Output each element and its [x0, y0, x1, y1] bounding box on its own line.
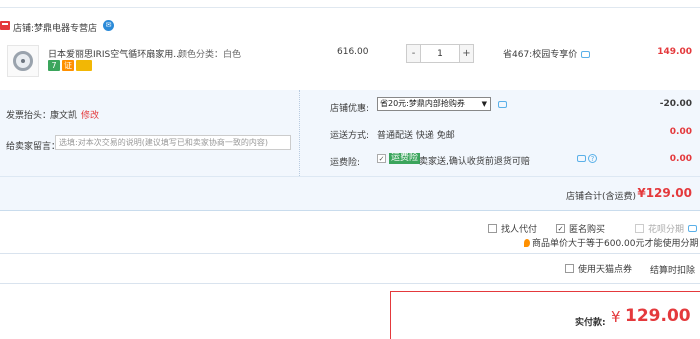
top-divider	[0, 0, 700, 8]
shop-discount-label: 店铺优惠:	[330, 104, 370, 114]
anonymous-option[interactable]: ✓ 匿名购买	[556, 222, 605, 235]
item-discount-text: 省467:校园专享价	[503, 50, 578, 60]
divider	[0, 283, 700, 284]
chevron-down-icon: ▼	[481, 100, 487, 108]
shipping-value: 普通配送 快递 免邮	[377, 131, 455, 141]
order-item-row: 日本爱丽思IRIS空气循环扇家用... 颜色分类：白色 7 证 616.00 -…	[0, 40, 700, 90]
tmall-shop-icon	[0, 21, 10, 30]
message-label: 给卖家留言：	[6, 142, 61, 152]
invoice-edit-link[interactable]: 修改	[81, 108, 99, 121]
tmall-coupon-label: 使用天猫点券	[578, 265, 633, 275]
friend-pay-checkbox[interactable]	[488, 224, 497, 233]
question-icon[interactable]: ?	[588, 154, 597, 163]
invoice-label: 发票抬头：	[6, 111, 52, 121]
service-badges: 7 证	[48, 60, 92, 71]
shop-discount-amount: -20.00	[659, 99, 692, 109]
order-notes-panel	[0, 90, 300, 176]
pin-icon	[524, 238, 530, 247]
friend-pay-label: 找人代付	[501, 225, 538, 235]
quantity-input[interactable]	[421, 44, 459, 63]
insurance-label: 运费险:	[330, 158, 361, 168]
tmall-coupon-checkbox[interactable]	[565, 264, 574, 273]
coupon-info-icon[interactable]	[498, 101, 507, 108]
anonymous-checkbox[interactable]: ✓	[556, 224, 565, 233]
subtotal-label: 店铺合计(含运费)	[566, 192, 637, 202]
shop-label: 店铺:	[13, 24, 35, 34]
item-total-price: 149.00	[657, 47, 692, 57]
qty-minus-button[interactable]: -	[406, 44, 421, 63]
shipping-label: 运送方式:	[330, 131, 370, 141]
huabei-info-icon[interactable]	[688, 225, 698, 232]
payment-total: 129.00	[625, 306, 691, 326]
shop-coupon-select[interactable]: 省20元:梦鼎内部抢购券 ▼	[377, 97, 491, 111]
insurance-checkbox[interactable]: ✓	[377, 154, 386, 163]
shop-header: 店铺: 梦鼎电器专营店 ✉	[0, 14, 700, 40]
shop-name-link[interactable]: 梦鼎电器专营店	[34, 21, 97, 34]
huabei-option[interactable]: 花呗分期	[635, 222, 698, 235]
seven-day-return-icon[interactable]: 7	[48, 60, 60, 71]
insurance-help: ?	[577, 154, 597, 163]
friend-pay-option[interactable]: 找人代付	[488, 222, 537, 235]
huabei-checkbox[interactable]	[635, 224, 644, 233]
unit-price: 616.00	[337, 47, 369, 57]
settle-points-label: 结算时扣除	[650, 266, 696, 276]
divider	[0, 253, 700, 254]
payment-label: 实付款:	[575, 318, 606, 328]
genuine-guarantee-icon[interactable]: 证	[62, 60, 74, 71]
insurance-tag: 运费险	[389, 153, 421, 164]
subtotal-value: ¥129.00	[637, 186, 692, 200]
product-spec: 颜色分类：白色	[178, 50, 242, 60]
invoice-value: 康文凯	[50, 111, 78, 121]
insurance-info-icon[interactable]	[577, 155, 586, 162]
insurance-text: 卖家送,确认收货前退货可赔	[419, 157, 530, 167]
wangwang-chat-icon[interactable]: ✉	[103, 20, 114, 31]
item-discount: 省467:校园专享价	[503, 47, 591, 60]
qty-plus-button[interactable]: +	[459, 44, 474, 63]
credit-card-icon[interactable]	[76, 60, 92, 71]
currency-symbol: ¥	[611, 308, 621, 326]
discount-info-icon[interactable]	[581, 51, 591, 58]
shipping-amount: 0.00	[669, 127, 692, 137]
huabei-label: 花呗分期	[648, 225, 685, 235]
fan-image	[13, 51, 33, 71]
installment-note: 商品单价大于等于600.00元才能使用分期	[524, 236, 699, 249]
anonymous-label: 匿名购买	[569, 225, 606, 235]
seller-message-input[interactable]: 选填:对本次交易的说明(建议填写已和卖家协商一致的内容)	[55, 135, 291, 150]
tmall-coupon-option[interactable]: 使用天猫点券	[565, 262, 632, 275]
insurance-amount: 0.00	[669, 154, 692, 164]
product-thumbnail[interactable]	[7, 45, 39, 77]
quantity-stepper: - +	[406, 44, 474, 63]
installment-note-text: 商品单价大于等于600.00元才能使用分期	[532, 239, 699, 249]
product-title-link[interactable]: 日本爱丽思IRIS空气循环扇家用...	[48, 47, 182, 60]
shop-coupon-selected: 省20元:梦鼎内部抢购券	[380, 99, 465, 108]
